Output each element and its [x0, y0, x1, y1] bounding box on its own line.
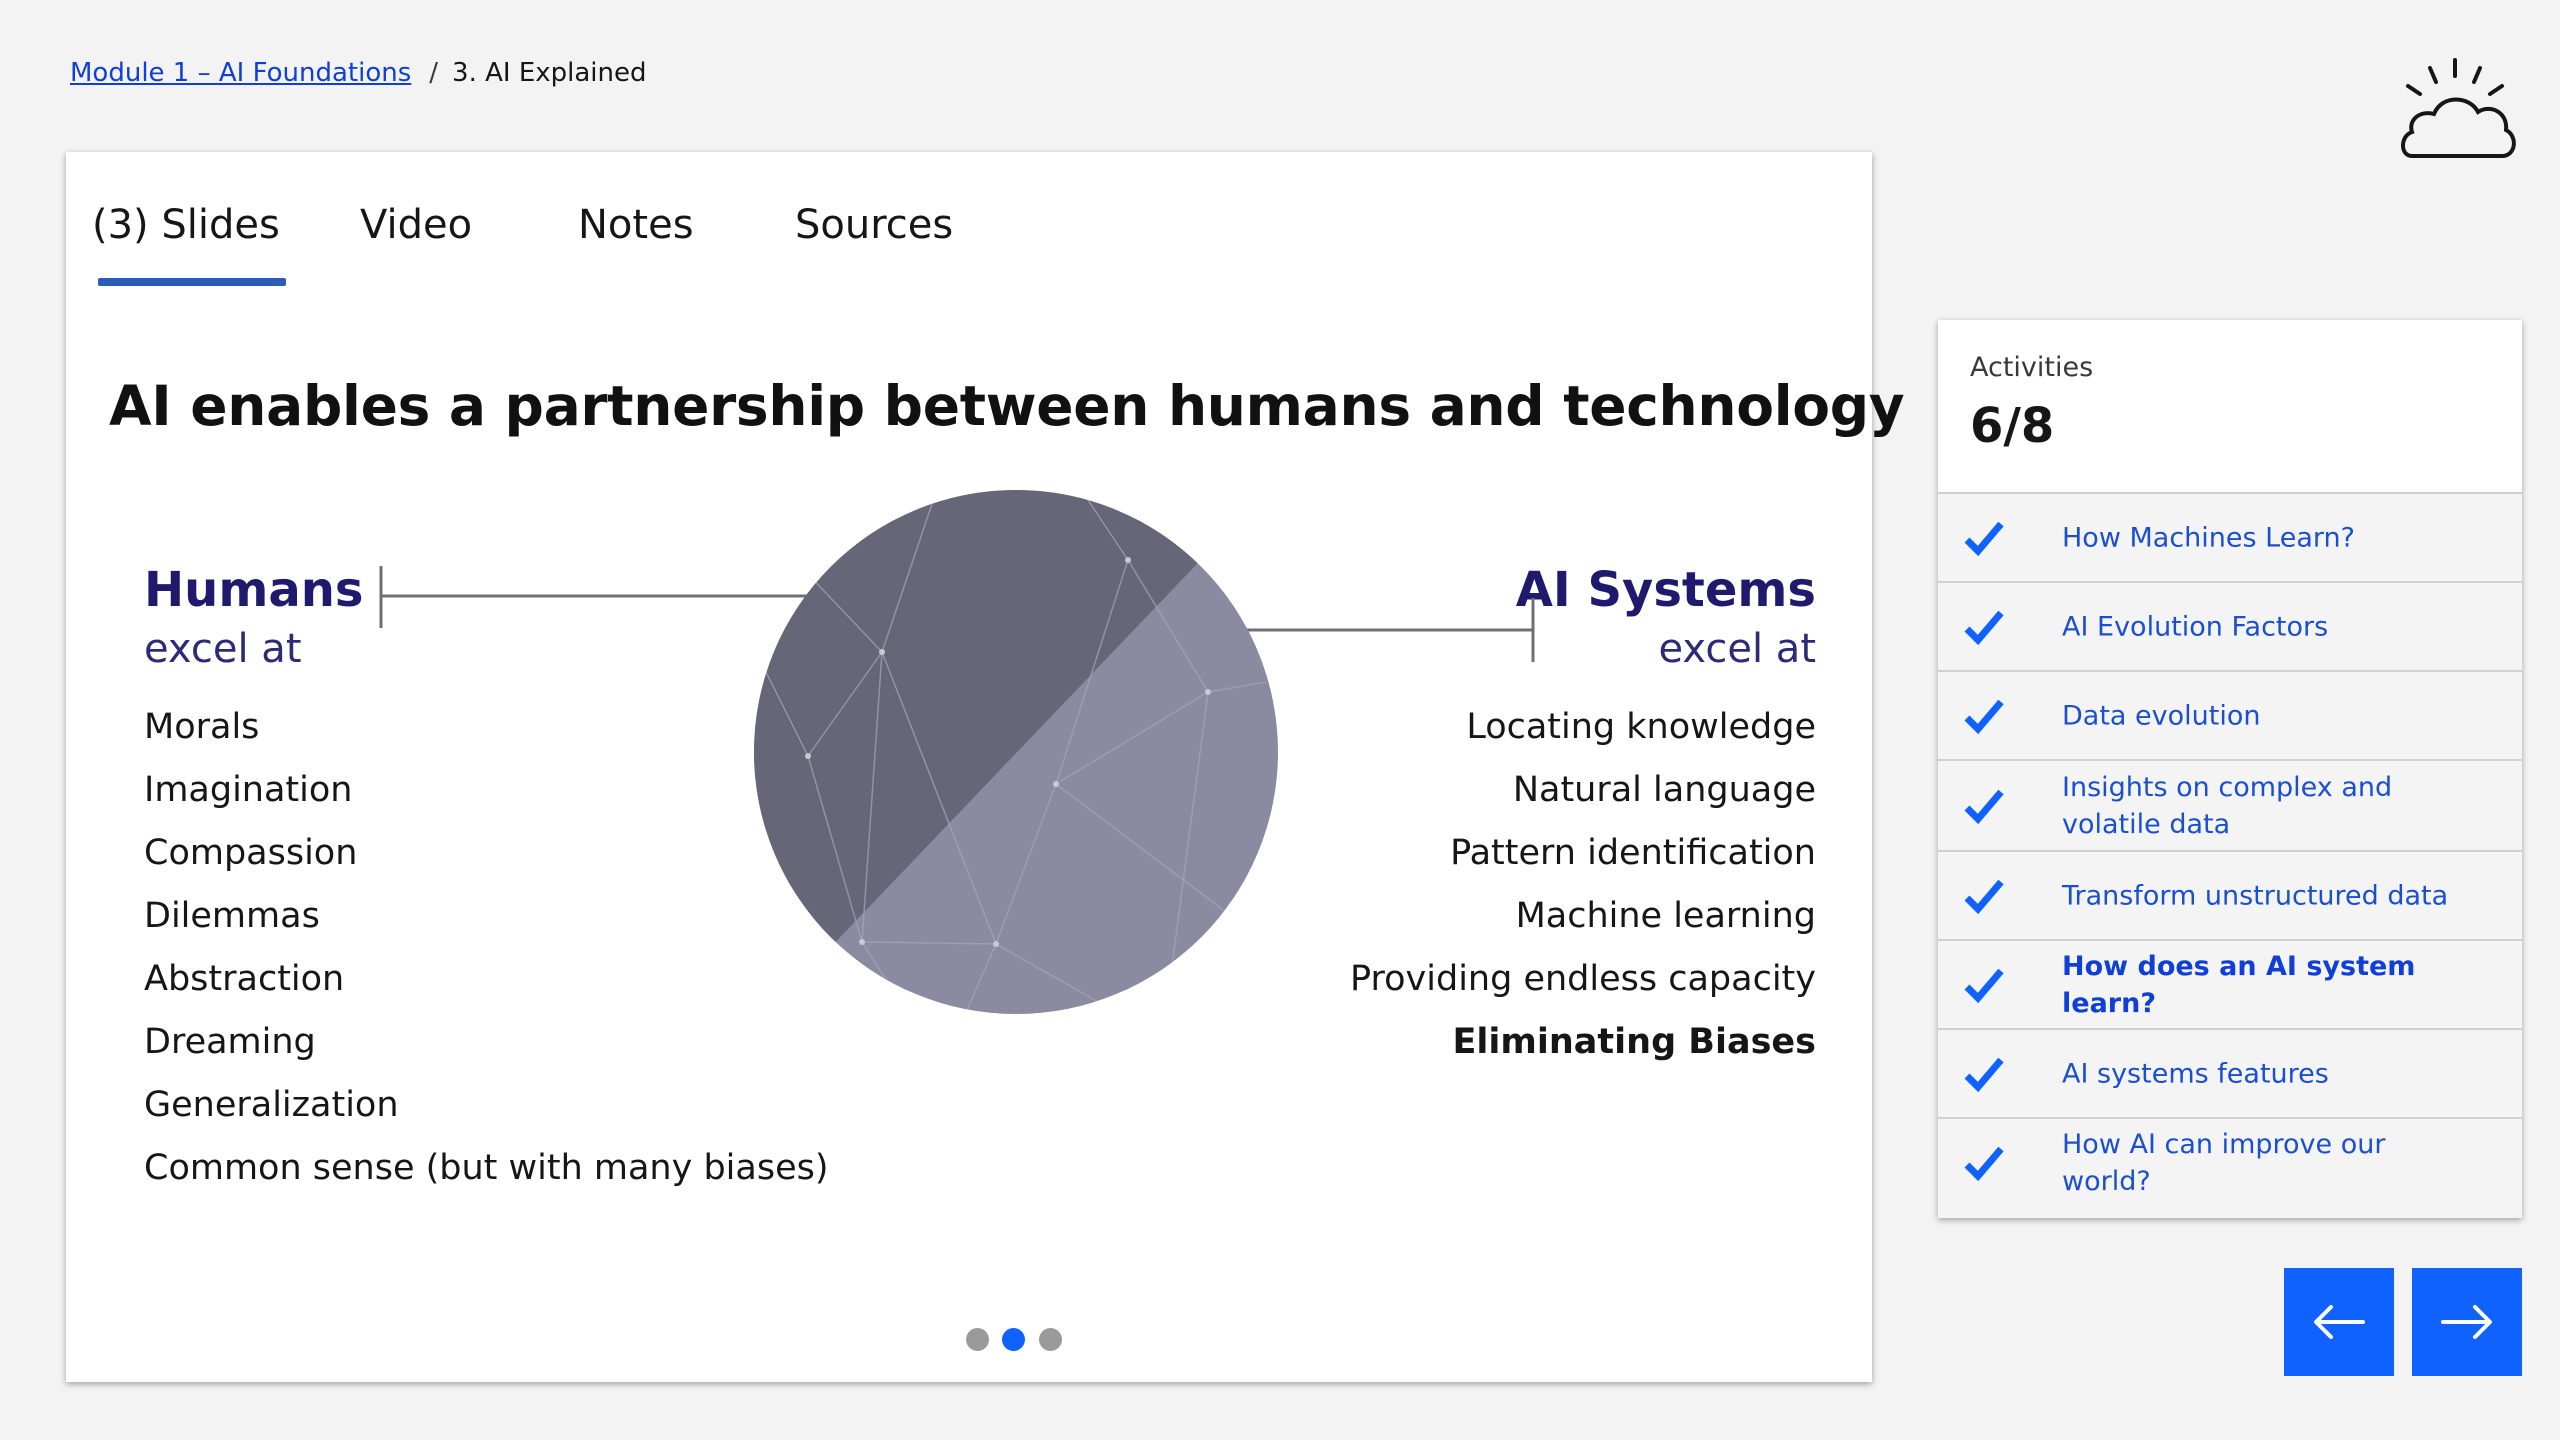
checkmark-icon — [1964, 521, 2004, 556]
activity-item[interactable]: AI systems features — [1938, 1030, 2522, 1119]
activities-label: Activities — [1970, 352, 2094, 383]
pager-dot-1[interactable] — [966, 1328, 989, 1351]
cloud-sun-icon — [2401, 58, 2516, 158]
arrow-right-icon — [2441, 1305, 2492, 1339]
activity-label: How Machines Learn? — [2062, 522, 2355, 553]
activity-label: How does an AI system learn? — [2062, 950, 2416, 1019]
pager-dot-3[interactable] — [1039, 1328, 1062, 1351]
next-button[interactable] — [2412, 1268, 2522, 1376]
arrow-left-icon — [2314, 1305, 2365, 1339]
activity-label: AI systems features — [2062, 1058, 2329, 1089]
activities-list: How Machines Learn? AI Evolution Factors… — [1938, 494, 2522, 1206]
activity-item[interactable]: Data evolution — [1938, 672, 2522, 761]
checkmark-icon — [1964, 610, 2004, 645]
activity-item[interactable]: How AI can improve our world? — [1938, 1119, 2522, 1206]
activity-item[interactable]: AI Evolution Factors — [1938, 583, 2522, 672]
partnership-graphic — [379, 490, 1535, 1014]
activity-item[interactable]: Transform unstructured data — [1938, 852, 2522, 941]
activity-item[interactable]: How Machines Learn? — [1938, 494, 2522, 583]
slides-card: (3) Slides Video Notes Sources AI enable… — [66, 152, 1905, 1382]
checkmark-icon — [1964, 879, 2004, 914]
checkmark-icon — [1964, 1146, 2004, 1181]
activity-label: Transform unstructured data — [2062, 880, 2449, 911]
pager-dot-2[interactable] — [1002, 1328, 1025, 1351]
breadcrumb-module-link[interactable]: Module 1 – AI Foundations — [70, 58, 411, 88]
checkmark-icon — [1964, 968, 2004, 1003]
breadcrumb-current: 3. AI Explained — [452, 58, 647, 88]
activity-item-current[interactable]: How does an AI system learn? — [1938, 941, 2522, 1030]
activity-item[interactable]: Insights on complex and volatile data — [1938, 761, 2522, 852]
activities-header: Activities 6/8 — [1938, 320, 2522, 494]
activities-count: 6/8 — [1970, 398, 2055, 454]
activity-label: How AI can improve our world? — [2062, 1128, 2386, 1197]
previous-button[interactable] — [2284, 1268, 2394, 1376]
breadcrumb: Module 1 – AI Foundations / 3. AI Explaine… — [70, 58, 647, 88]
activity-label: Insights on complex and volatile data — [2062, 771, 2393, 840]
checkmark-icon — [1964, 699, 2004, 734]
checkmark-icon — [1964, 1057, 2004, 1092]
checkmark-icon — [1964, 789, 2004, 824]
activity-label: Data evolution — [2062, 700, 2261, 731]
activity-label: AI Evolution Factors — [2062, 611, 2329, 642]
breadcrumb-separator: / — [429, 58, 439, 88]
activities-panel: Activities 6/8 How Machines Learn? AI Ev… — [1938, 320, 2522, 1218]
